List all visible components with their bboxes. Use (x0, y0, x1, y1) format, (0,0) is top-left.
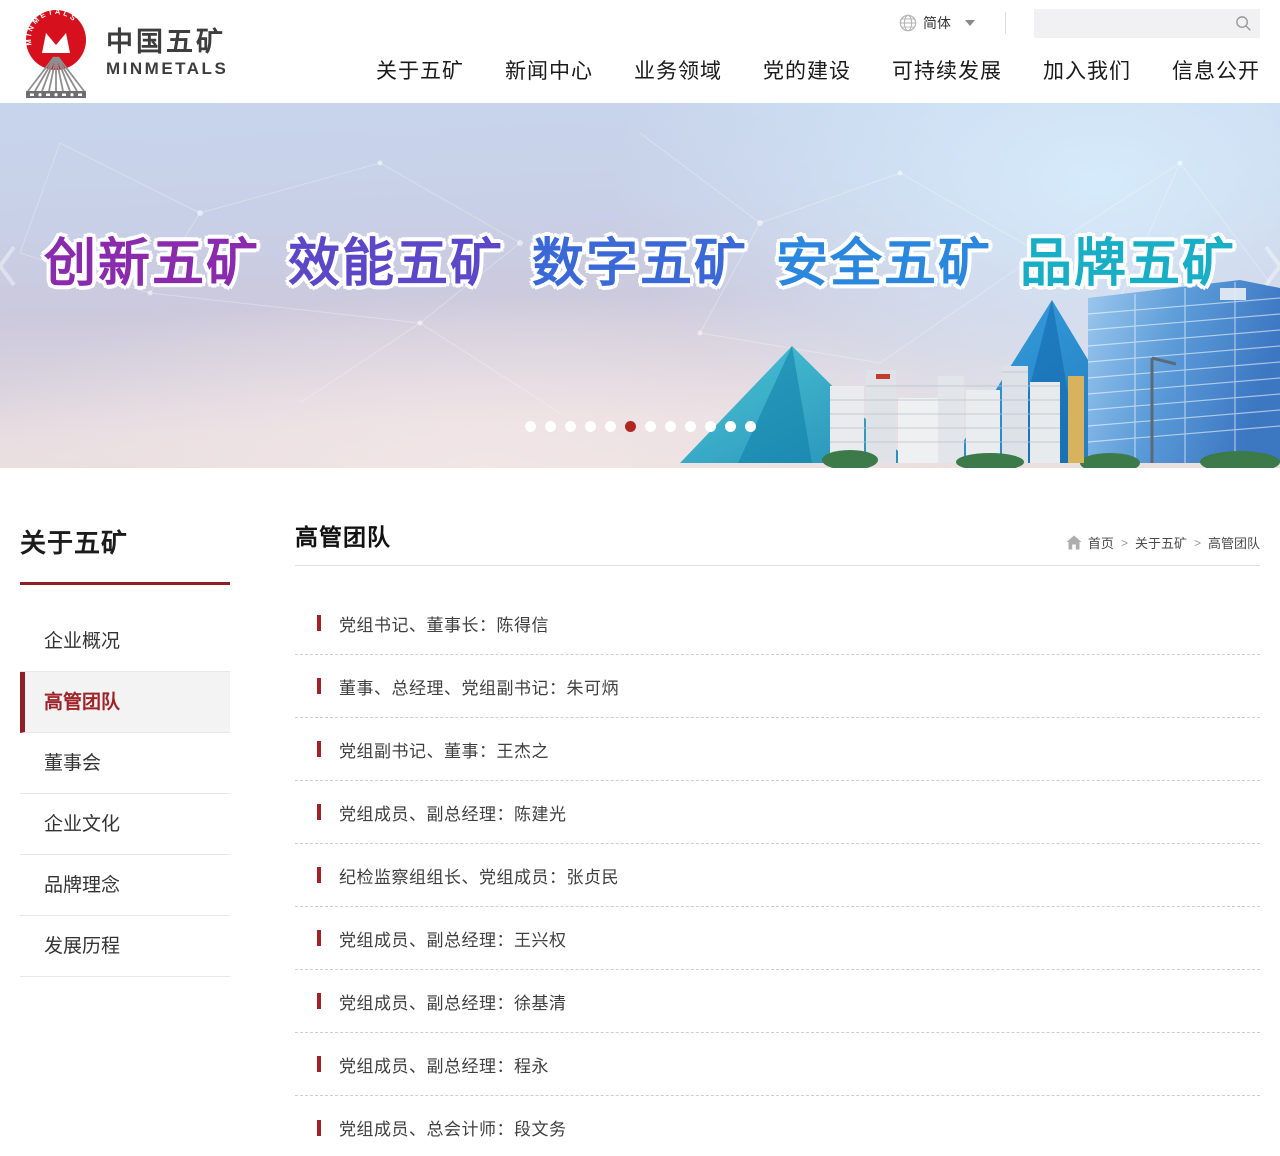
executive-row[interactable]: 党组成员、副总经理：徐基清 (295, 970, 1260, 1033)
carousel-dot[interactable] (525, 421, 536, 432)
language-switcher[interactable]: 简体 (899, 13, 975, 33)
language-label: 简体 (923, 13, 951, 33)
content-area: 关于五矿 企业概况高管团队董事会企业文化品牌理念发展历程 高管团队 首页>关于五… (20, 468, 1260, 1156)
red-bar-icon (317, 615, 321, 631)
carousel-dot[interactable] (705, 421, 716, 432)
logo-chinese-name: 中国五矿 (106, 28, 228, 58)
search-input[interactable] (1034, 9, 1235, 38)
breadcrumb-item[interactable]: 关于五矿 (1135, 533, 1187, 552)
site-header: MINMETALS (0, 0, 1280, 103)
nav-item-新闻中心[interactable]: 新闻中心 (505, 55, 593, 85)
nav-item-加入我们[interactable]: 加入我们 (1043, 55, 1131, 85)
sidebar-item-企业文化[interactable]: 企业文化 (20, 794, 230, 855)
banner-slogans: 创新五矿效能五矿数字五矿安全五矿品牌五矿 (0, 221, 1280, 296)
executive-text: 党组成员、副总经理：陈建光 (339, 800, 567, 825)
red-bar-icon (317, 804, 321, 820)
breadcrumb: 首页 > 关于五矿 > 高管团队 (1066, 533, 1260, 552)
banner-slogan: 创新五矿 (44, 236, 260, 293)
breadcrumb-separator: > (1194, 536, 1201, 550)
nav-item-党的建设[interactable]: 党的建设 (763, 55, 851, 85)
red-bar-icon (317, 1120, 321, 1136)
executive-text: 党组成员、总会计师：段文务 (339, 1115, 567, 1140)
main-nav: 关于五矿 新闻中心 业务领域 党的建设 可持续发展 加入我们 信息公开 (376, 55, 1260, 93)
sidebar-item-企业概况[interactable]: 企业概况 (20, 611, 230, 672)
executive-row[interactable]: 董事、总经理、党组副书记：朱可炳 (295, 655, 1260, 718)
executive-row[interactable]: 党组成员、总会计师：段文务 (295, 1096, 1260, 1156)
banner-slogan: 效能五矿 (288, 236, 504, 293)
logo-english-name: MINMETALS (106, 59, 228, 79)
red-bar-icon (317, 993, 321, 1009)
executive-row[interactable]: 党组成员、副总经理：程永 (295, 1033, 1260, 1096)
main-panel: 高管团队 首页 > 关于五矿 > 高管团队 党组书记、董事长：陈得信董事、总经理、党组副… (295, 518, 1260, 1156)
company-logo[interactable]: MINMETALS (20, 0, 228, 103)
breadcrumb-item[interactable]: 首页 (1088, 533, 1114, 552)
executive-row[interactable]: 党组书记、董事长：陈得信 (295, 592, 1260, 655)
carousel-next-arrow-icon[interactable] (1260, 243, 1280, 289)
breadcrumb-trail: 首页 > 关于五矿 > 高管团队 (1088, 533, 1260, 552)
sidebar-title: 关于五矿 (20, 518, 230, 585)
sidebar-menu: 企业概况高管团队董事会企业文化品牌理念发展历程 (20, 611, 230, 977)
breadcrumb-separator: > (1121, 536, 1128, 550)
carousel-dot[interactable] (725, 421, 736, 432)
executive-row[interactable]: 纪检监察组组长、党组成员：张贞民 (295, 844, 1260, 907)
banner-slogan: 安全五矿 (776, 236, 992, 293)
nav-item-可持续发展[interactable]: 可持续发展 (892, 55, 1002, 85)
carousel-dot[interactable] (565, 421, 576, 432)
executive-text: 党组书记、董事长：陈得信 (339, 611, 549, 636)
carousel-dot[interactable] (625, 421, 636, 432)
sidebar-item-发展历程[interactable]: 发展历程 (20, 916, 230, 977)
sidebar-item-品牌理念[interactable]: 品牌理念 (20, 855, 230, 916)
banner-slogan: 数字五矿 (532, 236, 748, 293)
page-title: 高管团队 (295, 518, 391, 552)
carousel-dot[interactable] (685, 421, 696, 432)
sidebar-item-高管团队[interactable]: 高管团队 (20, 672, 230, 733)
carousel-dot[interactable] (665, 421, 676, 432)
nav-item-信息公开[interactable]: 信息公开 (1172, 55, 1260, 85)
globe-icon (899, 14, 917, 32)
search-icon[interactable] (1235, 15, 1252, 32)
executive-row[interactable]: 党组成员、副总经理：王兴权 (295, 907, 1260, 970)
red-bar-icon (317, 1056, 321, 1072)
search-box[interactable] (1034, 9, 1260, 38)
executive-text: 纪检监察组组长、党组成员：张贞民 (339, 863, 619, 888)
carousel-dot[interactable] (745, 421, 756, 432)
carousel-dot[interactable] (585, 421, 596, 432)
topbar: 简体 (899, 8, 1260, 38)
main-head: 高管团队 首页 > 关于五矿 > 高管团队 (295, 518, 1260, 566)
carousel-dots (0, 421, 1280, 432)
carousel-dot[interactable] (545, 421, 556, 432)
hero-banner: 创新五矿效能五矿数字五矿安全五矿品牌五矿 (0, 103, 1280, 468)
red-bar-icon (317, 867, 321, 883)
topbar-divider (1005, 12, 1006, 34)
sidebar-item-董事会[interactable]: 董事会 (20, 733, 230, 794)
red-bar-icon (317, 678, 321, 694)
nav-item-关于五矿[interactable]: 关于五矿 (376, 55, 464, 85)
breadcrumb-item[interactable]: 高管团队 (1208, 533, 1260, 552)
executive-list: 党组书记、董事长：陈得信董事、总经理、党组副书记：朱可炳党组副书记、董事：王杰之… (295, 592, 1260, 1156)
banner-slogan: 品牌五矿 (1020, 236, 1236, 293)
red-bar-icon (317, 930, 321, 946)
carousel-dot[interactable] (645, 421, 656, 432)
executive-text: 董事、总经理、党组副书记：朱可炳 (339, 674, 619, 699)
executive-text: 党组成员、副总经理：徐基清 (339, 989, 567, 1014)
carousel-dot[interactable] (605, 421, 616, 432)
carousel-prev-arrow-icon[interactable] (0, 243, 20, 289)
red-bar-icon (317, 741, 321, 757)
nav-item-业务领域[interactable]: 业务领域 (634, 55, 722, 85)
executive-text: 党组成员、副总经理：程永 (339, 1052, 549, 1077)
executive-text: 党组副书记、董事：王杰之 (339, 737, 549, 762)
executive-row[interactable]: 党组成员、副总经理：陈建光 (295, 781, 1260, 844)
minmetals-logo-icon: MINMETALS (20, 7, 92, 101)
chevron-down-icon (965, 20, 975, 26)
executive-text: 党组成员、副总经理：王兴权 (339, 926, 567, 951)
executive-row[interactable]: 党组副书记、董事：王杰之 (295, 718, 1260, 781)
logo-text: 中国五矿 MINMETALS (106, 28, 228, 80)
sidebar: 关于五矿 企业概况高管团队董事会企业文化品牌理念发展历程 (20, 518, 230, 1156)
home-icon[interactable] (1066, 535, 1082, 550)
